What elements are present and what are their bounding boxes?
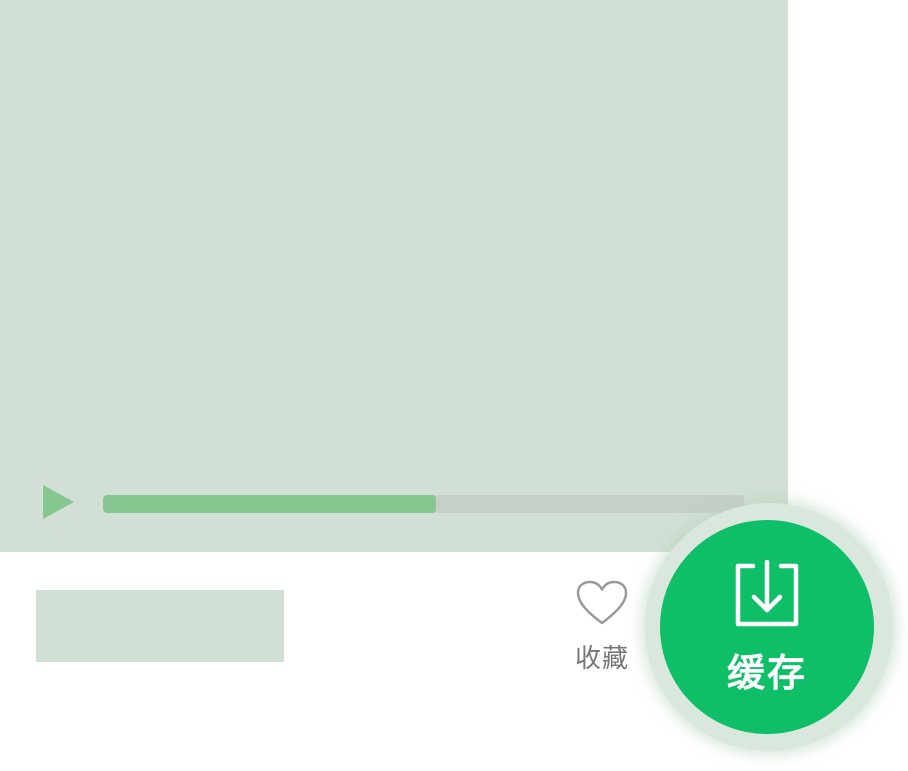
play-icon[interactable] [43, 485, 74, 519]
progress-bar[interactable] [103, 495, 744, 513]
video-player[interactable] [0, 0, 788, 552]
download-icon [735, 560, 799, 627]
favorite-button[interactable]: 收藏 [566, 576, 638, 676]
video-title-placeholder [36, 590, 284, 662]
favorite-label: 收藏 [574, 644, 629, 674]
heart-icon [576, 580, 628, 625]
progress-fill [103, 495, 437, 513]
cache-label: 缓存 [726, 651, 807, 695]
cache-button[interactable]: 缓存 [660, 520, 874, 734]
